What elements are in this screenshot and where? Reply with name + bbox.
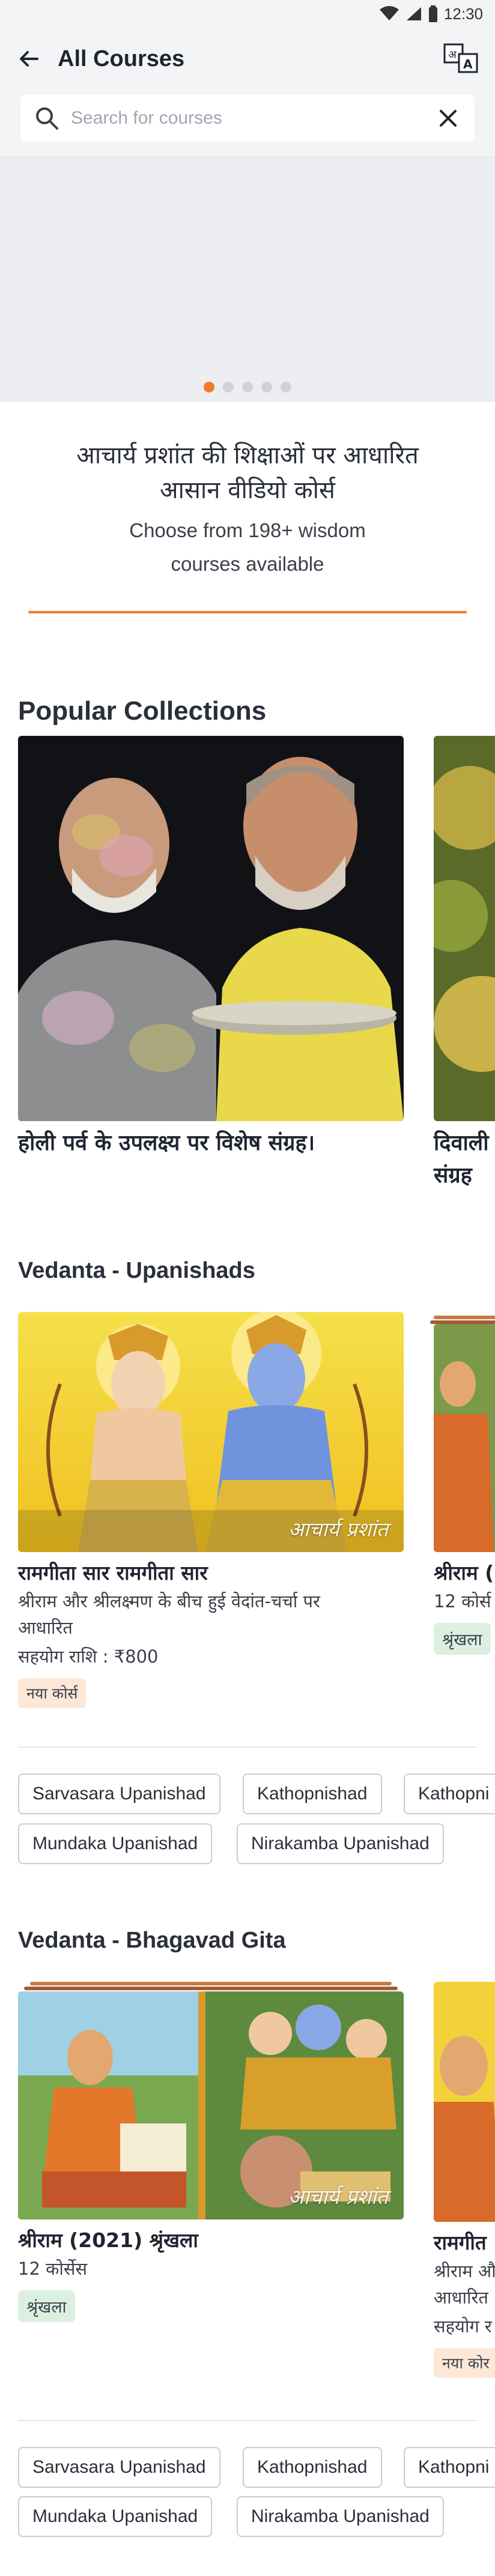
course-card[interactable]: आचार्य प्रशांत श्रीराम (2021) श्रृंखला 1… <box>18 1991 404 2322</box>
tag-chip[interactable]: Mundaka Upanishad <box>18 2496 213 2537</box>
tag-chip[interactable]: Kathopni <box>404 1774 495 1814</box>
course-title: रामगीत <box>434 2231 487 2254</box>
language-toggle-button[interactable]: अ A <box>442 42 481 76</box>
status-bar: 12:30 <box>0 0 495 28</box>
arrow-left-icon <box>20 51 38 67</box>
tag-chip[interactable]: Nirakamba Upanishad <box>237 2496 444 2537</box>
tag-chip[interactable]: Sarvasara Upanishad <box>18 1774 220 1814</box>
svg-text:A: A <box>463 57 473 71</box>
search-bar <box>20 95 475 142</box>
tag-chip[interactable]: Nirakamba Upanishad <box>237 1823 444 1864</box>
course-image: आचार्य प्रशांत <box>18 1991 404 2219</box>
collection-caption-line1: दिवाली <box>434 1131 489 1155</box>
course-card[interactable]: रामगीत श्रीराम औ आधारित सहयोग र नया कोर <box>434 1982 495 2378</box>
carousel-dot[interactable] <box>281 382 291 393</box>
watermark-logo: आचार्य प्रशांत <box>288 1518 388 1542</box>
divider <box>18 2420 477 2421</box>
svg-text:अ: अ <box>448 49 457 61</box>
intro-heading-line2: आसान वीडियो कोर्स <box>160 477 335 504</box>
course-title: रामगीता सार रामगीता सार <box>18 1561 208 1584</box>
stack-edge <box>30 1982 392 1985</box>
new-course-badge: नया कोर <box>434 2348 495 2378</box>
banner-carousel[interactable] <box>0 156 495 402</box>
collection-card[interactable]: होली पर्व के उपलक्ष्य पर विशेष संग्रह। <box>18 736 404 1160</box>
translate-icon: अ A <box>443 43 478 73</box>
course-image: आचार्य प्रशांत <box>18 1312 404 1552</box>
course-desc-line1: श्रीराम औ <box>434 2261 495 2281</box>
close-icon[interactable] <box>435 105 461 131</box>
collection-card[interactable]: दिवाली संग्रह <box>434 736 495 1192</box>
series-badge: श्रृंखला <box>434 1623 491 1655</box>
course-title: श्रीराम (2021) श्रृंखला <box>18 2228 198 2252</box>
search-icon <box>36 107 58 130</box>
course-image <box>434 1982 495 2222</box>
course-title: श्रीराम ( <box>434 1561 494 1584</box>
popular-collections-section: Popular Collections होली पर्व के उपलक्ष्… <box>0 630 495 1224</box>
collection-image <box>18 736 404 1121</box>
search-container <box>0 90 495 156</box>
tag-chip[interactable]: Kathopni <box>404 2447 495 2488</box>
accent-divider <box>28 611 467 613</box>
app-bar: All Courses अ A <box>0 28 495 90</box>
section-title: Vedanta - Upanishads <box>18 1258 255 1283</box>
course-desc-line2: आधारित <box>18 1618 73 1638</box>
status-time: 12:30 <box>443 4 483 23</box>
course-image <box>434 1324 495 1552</box>
course-price: सहयोग राशि : ₹800 <box>18 1646 159 1667</box>
signal-icon <box>406 7 421 20</box>
intro-sub-line1: Choose from 198+ wisdom <box>129 519 366 541</box>
collection-caption-line2: संग्रह <box>434 1163 472 1188</box>
divider <box>18 1747 477 1748</box>
tag-chip[interactable]: Kathopnishad <box>243 1774 382 1814</box>
upanishads-section: Vedanta - Upanishads आचार्य प्रशांत रामग… <box>0 1206 495 1909</box>
tag-chip[interactable]: Mundaka Upanishad <box>18 1823 213 1864</box>
course-count: 12 कोर्सेस <box>18 2259 88 2279</box>
intro-section: आचार्य प्रशांत की शिक्षाओं पर आधारित आसा… <box>0 402 495 630</box>
page-title: All Courses <box>58 46 185 71</box>
stack-edge <box>24 1987 398 1990</box>
section-title: Popular Collections <box>18 696 267 726</box>
back-button[interactable] <box>14 44 43 73</box>
new-course-badge: नया कोर्स <box>18 1678 87 1708</box>
collection-caption: होली पर्व के उपलक्ष्य पर विशेष संग्रह। <box>18 1131 315 1155</box>
stack-edge <box>434 1316 495 1319</box>
carousel-dot-active[interactable] <box>204 382 214 393</box>
course-desc-line1: श्रीराम और श्रीलक्ष्मण के बीच हुई वेदांत… <box>18 1591 320 1612</box>
tag-chip[interactable]: Kathopnishad <box>243 2447 382 2488</box>
course-desc-line2: आधारित <box>434 2287 488 2308</box>
carousel-dots <box>0 382 495 393</box>
course-card[interactable]: श्रीराम ( 12 कोर्स श्रृंखला <box>434 1324 495 1655</box>
course-price: सहयोग र <box>434 2316 492 2337</box>
tag-chip[interactable]: Sarvasara Upanishad <box>18 2447 220 2488</box>
carousel-dot[interactable] <box>242 382 253 393</box>
watermark-logo: आचार्य प्रशांत <box>288 2185 388 2209</box>
intro-heading-line1: आचार्य प्रशांत की शिक्षाओं पर आधारित <box>76 442 419 469</box>
wifi-icon <box>379 6 399 20</box>
bhagavad-gita-section: Vedanta - Bhagavad Gita आचार्य प्रशांत श… <box>0 1904 495 2576</box>
carousel-dot[interactable] <box>261 382 272 393</box>
carousel-dot[interactable] <box>223 382 234 393</box>
battery-icon <box>428 5 437 22</box>
intro-sub-line2: courses available <box>171 553 324 575</box>
course-count: 12 कोर्स <box>434 1591 491 1612</box>
search-input[interactable] <box>71 108 435 128</box>
collection-image <box>434 736 495 1121</box>
section-title: Vedanta - Bhagavad Gita <box>18 1928 286 1953</box>
course-card[interactable]: आचार्य प्रशांत रामगीता सार रामगीता सार श… <box>18 1312 404 1708</box>
series-badge: श्रृंखला <box>18 2290 75 2322</box>
